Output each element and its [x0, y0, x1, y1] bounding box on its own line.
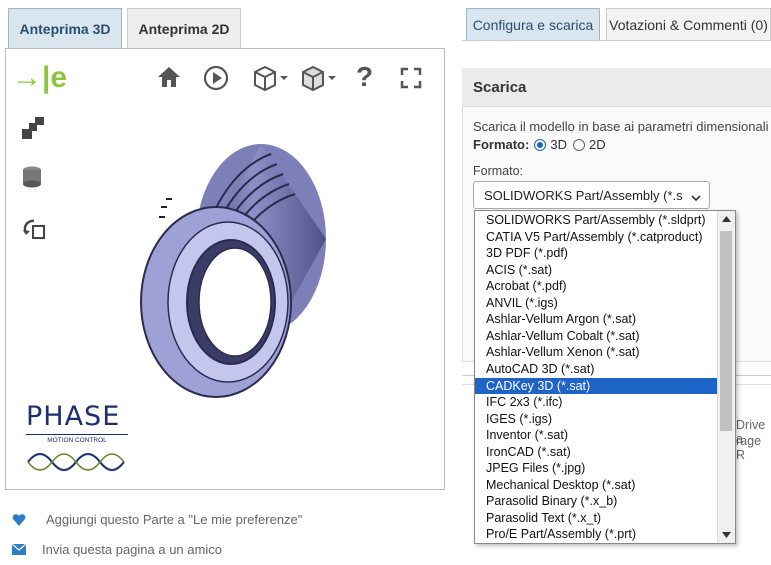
model-render: [140, 144, 326, 398]
format-select-label: Formato:: [473, 164, 524, 178]
format-option[interactable]: Parasolid Binary (*.x_b): [475, 493, 718, 510]
format-option[interactable]: Acrobat (*.pdf): [475, 278, 718, 295]
section-icon[interactable]: [20, 164, 46, 193]
scroll-up-icon[interactable]: [722, 216, 731, 222]
download-header: Scarica: [462, 68, 771, 107]
format-option[interactable]: IronCAD (*.sat): [475, 444, 718, 461]
format-select[interactable]: SOLIDWORKS Part/Assembly (*.s: [473, 181, 710, 209]
brand-wave: [27, 453, 125, 471]
format-option[interactable]: Ashlar-Vellum Argon (*.sat): [475, 311, 718, 328]
box-view-icon[interactable]: [299, 64, 337, 95]
format-option[interactable]: CATIA V5 Part/Assembly (*.catproduct): [475, 229, 718, 246]
format-label: Formato:: [473, 137, 530, 152]
tab-3d-preview[interactable]: Anteprima 3D: [8, 8, 122, 48]
download-description: Scarica il modello in base ai parametri …: [473, 119, 769, 134]
format-dropdown-list[interactable]: SOLIDWORKS Part/Assembly (*.sldprt) CATIA…: [474, 210, 736, 544]
brand-logo: PHASE MOTION CONTROL: [26, 401, 128, 477]
format-option[interactable]: ANVIL (*.igs): [475, 295, 718, 312]
3d-viewer[interactable]: →|e ? PHASE MOTION CONTROL: [5, 48, 445, 490]
radio-2d[interactable]: [572, 138, 585, 151]
format-option[interactable]: IFC 2x3 (*.ifc): [475, 394, 718, 411]
format-option[interactable]: JPEG Files (*.jpg): [475, 460, 718, 477]
format-select-value: SOLIDWORKS Part/Assembly (*.s: [484, 187, 683, 203]
heart-icon: [12, 513, 26, 526]
view-cube-icon[interactable]: [251, 64, 289, 95]
favorites-label: Aggiungi questo Parte a "Le mie preferen…: [46, 512, 303, 527]
chevron-down-icon: [691, 190, 701, 205]
brand-sub: MOTION CONTROL: [47, 437, 107, 444]
format-option[interactable]: Inventor (*.sat): [475, 427, 718, 444]
radio-3d[interactable]: [534, 138, 547, 151]
format-option[interactable]: SOLIDWORKS Part/Assembly (*.sldprt): [475, 212, 718, 229]
home-icon[interactable]: [156, 65, 182, 92]
tabs-underline: [462, 40, 771, 41]
download-title: Scarica: [473, 79, 527, 96]
envelope-icon: [12, 544, 26, 555]
tab-ratings[interactable]: Votazioni & Commenti (0): [606, 8, 771, 40]
email-link[interactable]: Invia questa pagina a un amico: [12, 542, 222, 557]
format-option[interactable]: 3D PDF (*.pdf): [475, 245, 718, 262]
scroll-down-icon[interactable]: [722, 532, 731, 538]
format-option[interactable]: ACIS (*.sat): [475, 262, 718, 279]
play-icon[interactable]: [203, 65, 229, 94]
format-option[interactable]: Pro/E Part/Assembly (*.prt): [475, 526, 718, 543]
format-option[interactable]: Ashlar-Vellum Xenon (*.sat): [475, 344, 718, 361]
tab-ratings-label: Votazioni & Commenti (0): [609, 16, 768, 33]
email-label: Invia questa pagina a un amico: [42, 542, 222, 557]
scroll-thumb[interactable]: [720, 231, 732, 431]
tab-configure[interactable]: Configura e scarica: [466, 8, 600, 40]
radio-2d-label: 2D: [588, 137, 606, 152]
format-radio-row: Formato: 3D 2D: [473, 137, 606, 152]
help-icon[interactable]: ?: [356, 61, 373, 93]
format-option[interactable]: AutoCAD 3D (*.sat): [475, 361, 718, 378]
format-option[interactable]: Mechanical Desktop (*.sat): [475, 477, 718, 494]
tab-2d-preview[interactable]: Anteprima 2D: [127, 8, 241, 48]
tab-3d-label: Anteprima 3D: [19, 20, 111, 37]
dropdown-scrollbar[interactable]: [717, 211, 735, 543]
tab-2d-label: Anteprima 2D: [138, 20, 230, 37]
format-option[interactable]: Parasolid Text (*.x_t): [475, 510, 718, 527]
rotate-icon[interactable]: [20, 215, 48, 246]
format-option[interactable]: CADKey 3D (*.sat): [475, 377, 718, 395]
tab-configure-label: Configura e scarica: [472, 16, 594, 33]
viewer-logo: →|e: [12, 61, 68, 94]
explode-icon[interactable]: [20, 115, 46, 144]
side-text-2: rage R: [736, 434, 762, 462]
fullscreen-icon[interactable]: [400, 67, 422, 92]
format-option[interactable]: IGES (*.igs): [475, 411, 718, 428]
radio-3d-label: 3D: [550, 137, 567, 152]
favorites-link[interactable]: Aggiungi questo Parte a "Le mie preferen…: [12, 512, 302, 527]
brand-name: PHASE: [26, 401, 121, 432]
format-option[interactable]: Ashlar-Vellum Cobalt (*.sat): [475, 328, 718, 345]
